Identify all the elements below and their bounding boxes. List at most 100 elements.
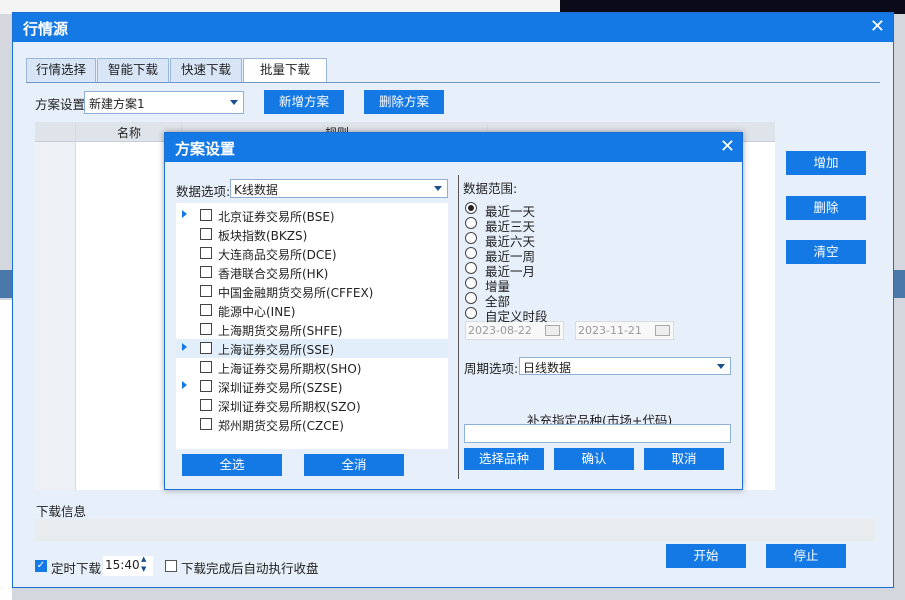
- radio-button[interactable]: [465, 277, 477, 289]
- exchange-list-item[interactable]: 香港联合交易所(HK): [176, 263, 448, 282]
- exchange-list-item[interactable]: 板块指数(BKZS): [176, 225, 448, 244]
- choose-symbol-button[interactable]: 选择品种: [464, 448, 544, 470]
- expand-arrow-icon[interactable]: [182, 381, 187, 389]
- exchange-label: 深圳证券交易所(SZSE): [218, 381, 343, 395]
- auto-close-label: 下载完成后自动执行收盘: [181, 561, 319, 576]
- exchange-checkbox[interactable]: [200, 342, 212, 354]
- exchange-list-item[interactable]: 上海证券交易所(SSE): [176, 339, 448, 358]
- chevron-down-icon: [434, 186, 442, 191]
- scheme-select-value: 新建方案1: [89, 97, 145, 111]
- exchange-list-item[interactable]: 郑州期货交易所(CZCE): [176, 415, 448, 434]
- dialog-title: 方案设置: [175, 140, 236, 158]
- start-date-value: 2023-08-22: [468, 324, 532, 337]
- exchange-checkbox[interactable]: [200, 399, 212, 411]
- table-divider: [75, 122, 76, 490]
- radio-button[interactable]: [465, 232, 477, 244]
- scheme-label: 方案设置: [35, 97, 86, 112]
- radio-button[interactable]: [465, 262, 477, 274]
- exchange-label: 上海期货交易所(SHFE): [218, 324, 343, 338]
- exchange-list-item[interactable]: 深圳证券交易所(SZSE): [176, 377, 448, 396]
- exchange-checkbox[interactable]: [200, 285, 212, 297]
- window-titlebar: 行情源 ✕: [13, 13, 893, 42]
- dialog-titlebar: 方案设置 ✕: [165, 133, 742, 162]
- data-range-label: 数据范围:: [463, 181, 518, 196]
- clear-button[interactable]: 清空: [786, 240, 866, 264]
- exchange-checkbox[interactable]: [200, 418, 212, 430]
- stop-button[interactable]: 停止: [766, 544, 846, 568]
- spin-down-icon[interactable]: ▼: [141, 565, 146, 573]
- exchange-list-item[interactable]: 能源中心(INE): [176, 301, 448, 320]
- exchange-list-item[interactable]: 上海期货交易所(SHFE): [176, 320, 448, 339]
- timer-download-label: 定时下载: [51, 561, 102, 576]
- download-info-label: 下载信息: [36, 504, 87, 519]
- exchange-checkbox[interactable]: [200, 304, 212, 316]
- exchange-list-item[interactable]: 上海证券交易所期权(SHO): [176, 358, 448, 377]
- scheme-select[interactable]: 新建方案1: [84, 91, 244, 114]
- exchange-list-item[interactable]: 北京证券交易所(BSE): [176, 206, 448, 225]
- exchange-label: 香港联合交易所(HK): [218, 267, 329, 281]
- radio-button[interactable]: [465, 202, 477, 214]
- exchange-checkbox[interactable]: [200, 209, 212, 221]
- exchange-label: 能源中心(INE): [218, 305, 296, 319]
- exchange-list: 北京证券交易所(BSE) 板块指数(BKZS) 大连商品交易所(DCE) 香港联合交易…: [176, 203, 448, 449]
- window-close-icon[interactable]: ✕: [870, 16, 885, 37]
- calendar-icon[interactable]: [655, 325, 670, 336]
- exchange-label: 中国金融期货交易所(CFFEX): [218, 286, 374, 300]
- deselect-all-button[interactable]: 全消: [304, 454, 404, 476]
- end-date-value: 2023-11-21: [578, 324, 642, 337]
- radio-button[interactable]: [465, 292, 477, 304]
- exchange-checkbox[interactable]: [200, 247, 212, 259]
- radio-button[interactable]: [465, 307, 477, 319]
- column-header-name: 名称: [117, 126, 142, 140]
- data-option-select[interactable]: K线数据: [230, 179, 448, 198]
- tab-divider: [26, 82, 880, 83]
- exchange-label: 北京证券交易所(BSE): [218, 210, 335, 224]
- chevron-down-icon: [230, 100, 238, 105]
- exchange-list-item[interactable]: 大连商品交易所(DCE): [176, 244, 448, 263]
- cancel-button[interactable]: 取消: [644, 448, 724, 470]
- tab-market-select[interactable]: 行情选择: [26, 58, 96, 82]
- extra-symbol-input[interactable]: [464, 424, 731, 443]
- exchange-checkbox[interactable]: [200, 323, 212, 335]
- expand-arrow-icon[interactable]: [182, 210, 187, 218]
- download-info-box: [35, 519, 875, 541]
- spin-up-icon[interactable]: ▲: [141, 555, 146, 563]
- calendar-icon[interactable]: [545, 325, 560, 336]
- tab-batch-download[interactable]: 批量下载: [243, 58, 327, 83]
- scheme-settings-dialog: 方案设置 ✕ 数据选项: K线数据 北京证券交易所(BSE) 板块指数(BKZS)…: [164, 132, 743, 490]
- table-row-index-column: [35, 142, 75, 490]
- end-date-input[interactable]: 2023-11-21: [575, 321, 674, 340]
- timer-download-checkbox[interactable]: ✓: [35, 560, 47, 572]
- radio-button[interactable]: [465, 217, 477, 229]
- tab-quick-download[interactable]: 快速下载: [170, 58, 242, 82]
- confirm-button[interactable]: 确认: [554, 448, 634, 470]
- dialog-divider: [458, 175, 459, 479]
- period-option-label: 周期选项:: [464, 361, 519, 376]
- data-option-label: 数据选项:: [176, 184, 231, 199]
- new-scheme-button[interactable]: 新增方案: [264, 90, 344, 114]
- data-option-value: K线数据: [234, 183, 278, 197]
- dialog-close-icon[interactable]: ✕: [720, 136, 735, 157]
- exchange-label: 大连商品交易所(DCE): [218, 248, 337, 262]
- select-all-button[interactable]: 全选: [182, 454, 282, 476]
- exchange-list-item[interactable]: 深圳证券交易所期权(SZO): [176, 396, 448, 415]
- add-button[interactable]: 增加: [786, 151, 866, 175]
- start-button[interactable]: 开始: [666, 544, 746, 568]
- exchange-checkbox[interactable]: [200, 228, 212, 240]
- exchange-checkbox[interactable]: [200, 361, 212, 373]
- exchange-label: 深圳证券交易所期权(SZO): [218, 400, 361, 414]
- exchange-label: 板块指数(BKZS): [218, 229, 308, 243]
- tab-smart-download[interactable]: 智能下载: [97, 58, 169, 82]
- chevron-down-icon: [717, 364, 725, 369]
- auto-close-checkbox[interactable]: [165, 560, 177, 572]
- exchange-checkbox[interactable]: [200, 380, 212, 392]
- radio-button[interactable]: [465, 247, 477, 259]
- remove-button[interactable]: 删除: [786, 196, 866, 220]
- exchange-label: 郑州期货交易所(CZCE): [218, 419, 344, 433]
- exchange-checkbox[interactable]: [200, 266, 212, 278]
- exchange-list-item[interactable]: 中国金融期货交易所(CFFEX): [176, 282, 448, 301]
- exchange-label: 上海证券交易所期权(SHO): [218, 362, 362, 376]
- period-option-select[interactable]: 日线数据: [519, 357, 731, 375]
- expand-arrow-icon[interactable]: [182, 343, 187, 351]
- delete-scheme-button[interactable]: 删除方案: [364, 90, 444, 114]
